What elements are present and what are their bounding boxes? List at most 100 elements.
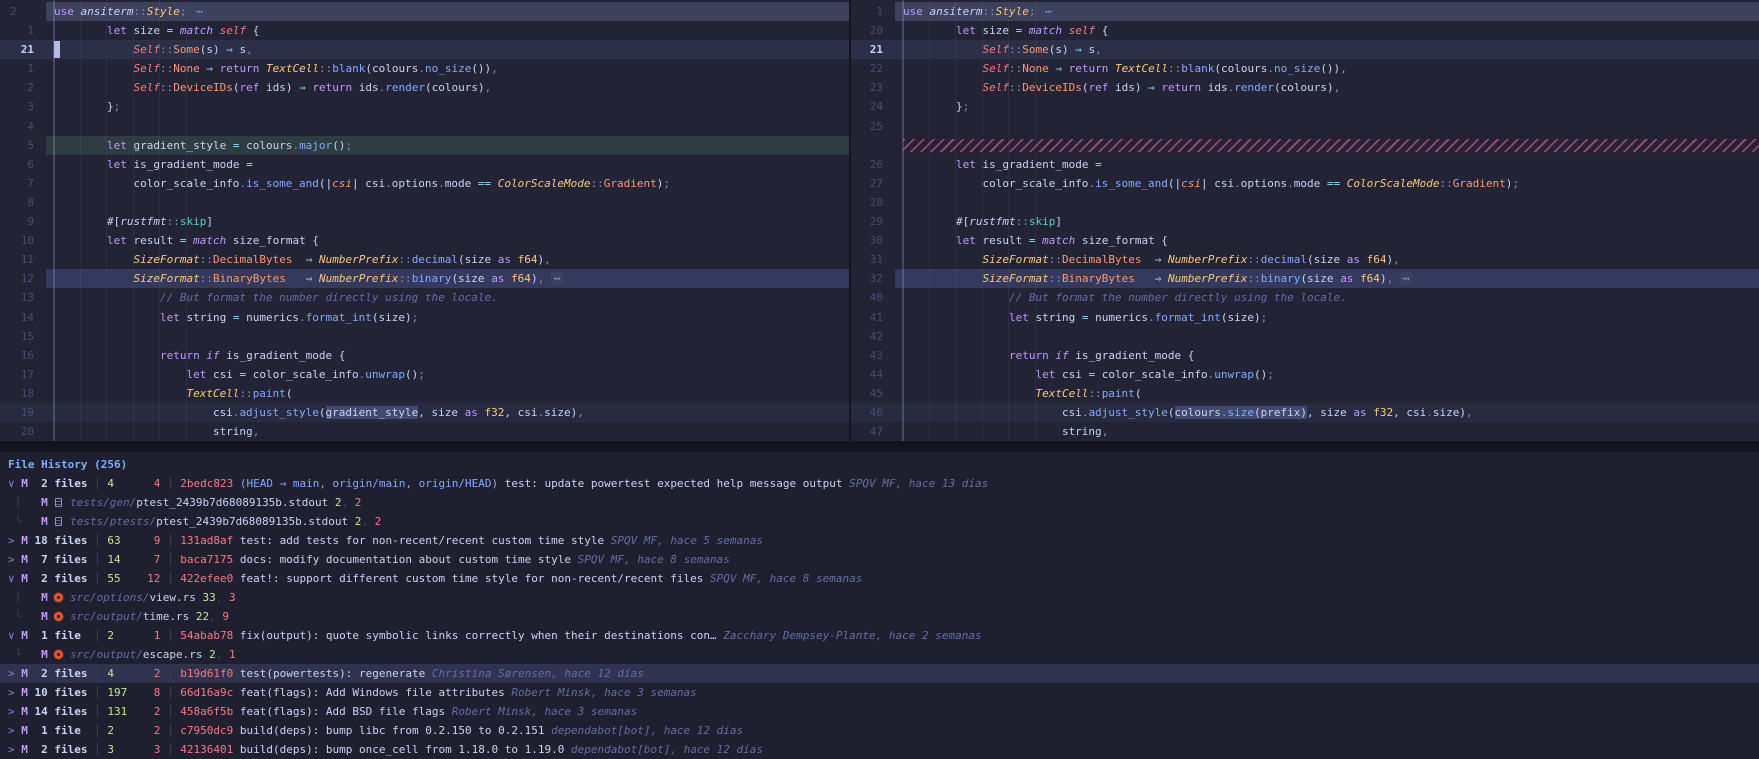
commit-row[interactable]: > M 10 files │ 197 8 │ 66d16a9c feat(fla… [0,683,1759,702]
code-line[interactable]: 30 let result = match size_format { [851,231,1759,250]
code-line[interactable]: 26 let is_gradient_mode = [851,155,1759,174]
file-row[interactable]: └ M src/output/time.rs 22, 9 [0,607,1759,626]
code-token: SizeFormat [982,272,1048,285]
file-row[interactable]: └ M src/output/escape.rs 2, 1 [0,645,1759,664]
code-line[interactable]: 21 Self::Some(s) ⇒ s, [851,40,1759,59]
code-line[interactable]: 8 [0,193,849,212]
code-token: . [1426,406,1433,419]
code-line[interactable]: 5 let gradient_style = colours.major(); [0,136,849,155]
commit-row[interactable]: > M 7 files │ 14 7 │ baca7175 docs: modi… [0,550,1759,569]
deleted-lines-row[interactable] [851,136,1759,155]
code-line[interactable]: 11 SizeFormat::DecimalBytes ⇒ NumberPref… [0,250,849,269]
code-token: blank [1181,62,1214,75]
code-token: numerics [239,311,299,324]
code-token: format_int [306,311,372,324]
code-line[interactable]: 22 Self::None ⇒ return TextCell::blank(c… [851,59,1759,78]
code-token: ; [663,177,670,190]
code-line[interactable]: 47 string, [851,422,1759,441]
file-history-panel[interactable]: File History (256) ∨ M 2 files │ 4 4 │ 2… [0,452,1759,759]
window-separator[interactable] [0,441,1759,452]
code-line[interactable]: 23 Self::DeviceIDs(ref ids) ⇒ return ids… [851,78,1759,97]
left-diff-pane[interactable]: 2use ansiterm::Style; ⋯1 let size = matc… [0,0,849,441]
commit-row[interactable]: > M 18 files │ 63 9 │ 131ad8af test: add… [0,531,1759,550]
code-line[interactable]: 19 csi.adjust_style(gradient_style, size… [0,403,849,422]
separator: │ [87,477,107,490]
code-token: skip [1029,215,1056,228]
code-token: f64 [511,272,531,285]
commit-row[interactable]: > M 1 file │ 2 2 │ c7950dc9 build(deps):… [0,721,1759,740]
code-line[interactable]: 13 // But format the number directly usi… [0,288,849,307]
code-token: f32 [485,406,505,419]
code-line[interactable]: 24 }; [851,97,1759,116]
code-line[interactable]: 2 Self::DeviceIDs(ref ids) ⇒ return ids.… [0,78,849,97]
code-line[interactable]: 42 [851,327,1759,346]
files-count: 14 files [35,705,88,718]
code-line[interactable]: 46 csi.adjust_style(colours.size(prefix)… [851,403,1759,422]
file-row[interactable]: └ M tests/ptests/ptest_2439b7d68089135b.… [0,512,1759,531]
code-line[interactable]: 20 let size = match self { [851,21,1759,40]
commit-row[interactable]: > M 2 files │ 3 3 │ 42136401 build(deps)… [0,740,1759,759]
code-line[interactable]: 12 SizeFormat::BinaryBytes ⇒ NumberPrefi… [0,269,849,288]
code-token: is_some_and [246,177,319,190]
code-token: :: [1009,43,1022,56]
code-token: , size [1307,406,1353,419]
commit-row[interactable]: > M 14 files │ 131 2 │ 458a6f5b feat(fla… [0,702,1759,721]
code-line[interactable]: 31 SizeFormat::DecimalBytes ⇒ NumberPref… [851,250,1759,269]
code-line[interactable]: 40 // But format the number directly usi… [851,288,1759,307]
commit-row[interactable]: ∨ M 2 files │ 4 4 │ 2bedc823 (HEAD → mai… [0,474,1759,493]
code-line[interactable]: 18 TextCell::paint( [0,384,849,403]
code-line[interactable]: 17 let csi = color_scale_info.unwrap(); [0,365,849,384]
code-line[interactable]: 3 }; [0,97,849,116]
line-number: 29 [851,212,895,231]
code-token: csi [1055,368,1088,381]
code-line[interactable]: 21 Self::Some(s) ⇒ s, [0,40,849,59]
code-line-content: // But format the number directly using … [895,288,1759,307]
code-line[interactable]: 1 Self::None ⇒ return TextCell::blank(co… [0,59,849,78]
code-token: decimal [412,253,458,266]
fold-marker-icon[interactable]: ⋯ [193,5,206,18]
code-line[interactable]: 14 let string = numerics.format_int(size… [0,308,849,327]
code-line[interactable]: 44 let csi = color_scale_info.unwrap(); [851,365,1759,384]
code-line[interactable]: 15 [0,327,849,346]
line-number: 1 [0,59,46,78]
code-line[interactable]: 32 SizeFormat::BinaryBytes ⇒ NumberPrefi… [851,269,1759,288]
code-line[interactable]: 1 let size = match self { [0,21,849,40]
code-line[interactable]: 7 color_scale_info.is_some_and(|csi| csi… [0,174,849,193]
code-token: options [1241,177,1287,190]
code-line[interactable]: 25 [851,117,1759,136]
code-token: SizeFormat [133,253,199,266]
code-line[interactable]: 45 TextCell::paint( [851,384,1759,403]
fold-marker-icon[interactable]: ⋯ [1400,272,1413,285]
file-row[interactable]: │ M src/options/view.rs 33, 3 [0,588,1759,607]
code-line[interactable]: 1use ansiterm::Style; ⋯ [851,2,1759,21]
tree-guide: └ [8,515,41,528]
code-line[interactable]: 28 [851,193,1759,212]
code-line[interactable]: 4 [0,117,849,136]
right-diff-pane[interactable]: 1use ansiterm::Style; ⋯20 let size = mat… [851,0,1759,441]
code-line[interactable]: 41 let string = numerics.format_int(size… [851,308,1759,327]
code-line[interactable]: 27 color_scale_info.is_some_and(|csi| cs… [851,174,1759,193]
file-row[interactable]: │ M tests/gen/ptest_2439b7d68089135b.std… [0,493,1759,512]
code-line-content: // But format the number directly using … [46,288,849,307]
text [48,515,55,528]
line-number: 18 [0,384,46,403]
file-name: time.rs [143,610,196,623]
code-line[interactable]: 29 #[rustfmt::skip] [851,212,1759,231]
code-line[interactable]: 43 return if is_gradient_mode { [851,346,1759,365]
commit-row[interactable]: > M 2 files │ 4 2 │ b19d61f0 test(powert… [0,664,1759,683]
code-line[interactable]: 6 let is_gradient_mode = [0,155,849,174]
code-line[interactable]: 9 #[rustfmt::skip] [0,212,849,231]
code-line[interactable]: 2use ansiterm::Style; ⋯ [0,2,849,21]
text [28,705,35,718]
commit-row[interactable]: ∨ M 1 file │ 2 1 │ 54abab78 fix(output):… [0,626,1759,645]
code-line[interactable]: 20 string, [0,422,849,441]
fold-marker-icon[interactable]: ⋯ [551,272,564,285]
code-token: (colours [1214,62,1267,75]
code-token: let [956,24,976,37]
code-token [903,81,982,94]
code-line[interactable]: 16 return if is_gradient_mode { [0,346,849,365]
fold-marker-icon[interactable]: ⋯ [1042,5,1055,18]
code-line[interactable]: 10 let result = match size_format { [0,231,849,250]
line-number: 16 [0,346,46,365]
commit-row[interactable]: ∨ M 2 files │ 55 12 │ 422efee0 feat!: su… [0,569,1759,588]
